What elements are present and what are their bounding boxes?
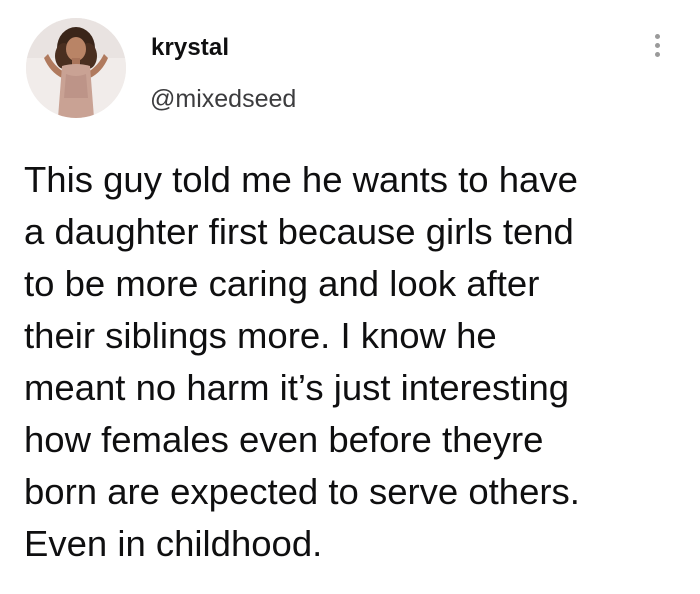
avatar[interactable] (26, 18, 126, 118)
tweet-card: krystal @mixedseed This guy told me he w… (0, 0, 700, 594)
user-handle[interactable]: @mixedseed (150, 84, 296, 114)
menu-dot (654, 52, 660, 57)
menu-dot (654, 43, 660, 48)
more-options-icon[interactable] (649, 34, 665, 64)
profile-photo-icon (26, 18, 126, 118)
tweet-text: This guy told me he wants to have a daug… (24, 159, 580, 564)
menu-dot (654, 34, 660, 39)
display-name[interactable]: krystal (151, 34, 229, 62)
